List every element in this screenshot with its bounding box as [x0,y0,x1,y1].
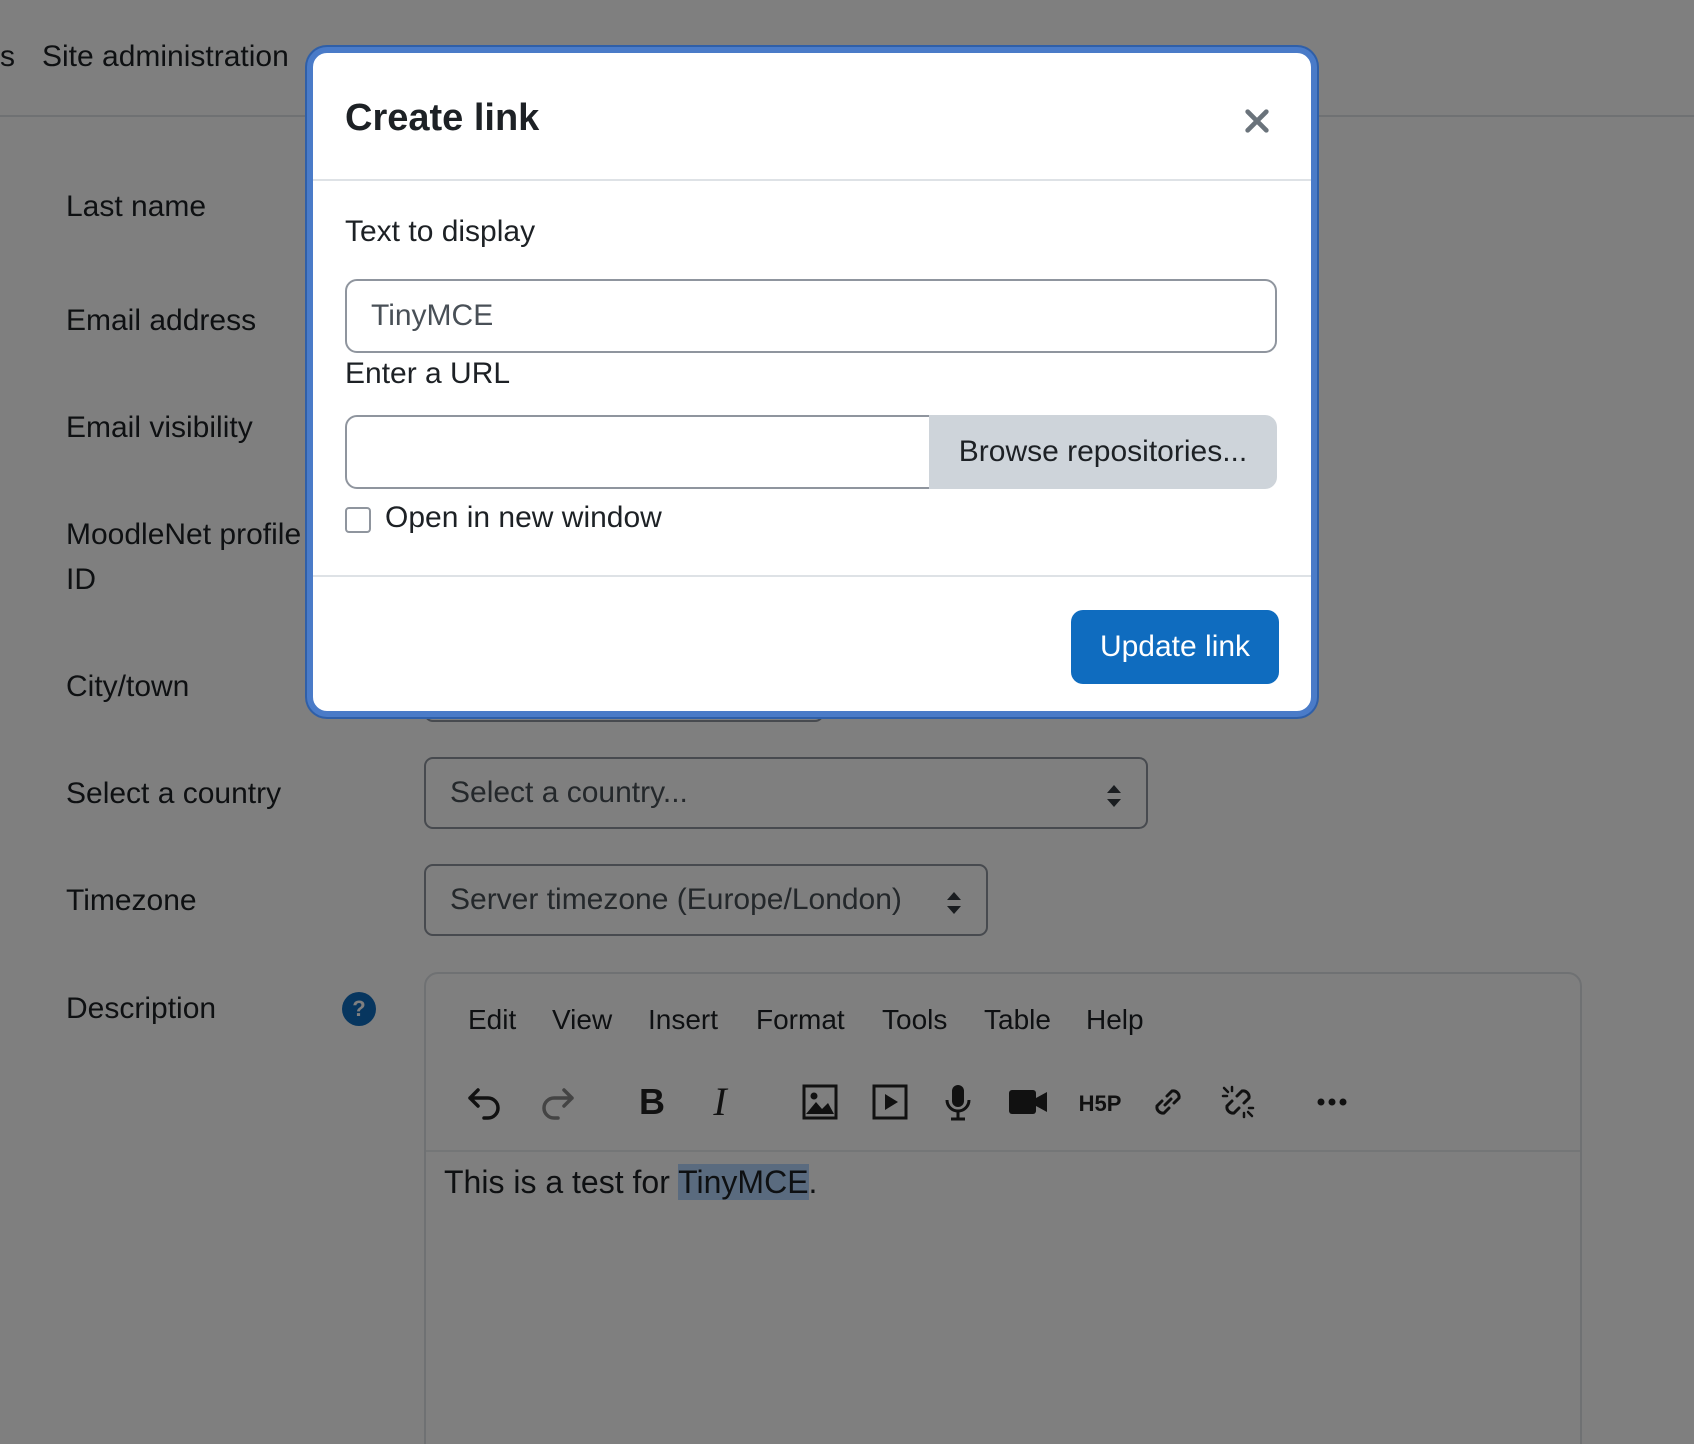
dialog-title: Create link [345,97,540,139]
dialog-body: Text to display TinyMCE Enter a URL Brow… [313,183,1311,577]
open-new-window-checkbox[interactable] [345,507,371,533]
open-new-window-label[interactable]: Open in new window [385,501,662,535]
url-label: Enter a URL [345,357,511,390]
update-link-button[interactable]: Update link [1071,610,1279,684]
text-to-display-label: Text to display [345,215,536,248]
text-to-display-input[interactable]: TinyMCE [345,279,1277,353]
create-link-dialog: Create link Text to display TinyMCE Ente… [307,47,1317,717]
close-icon [1245,109,1269,133]
dialog-header: Create link [313,53,1311,181]
url-input[interactable] [345,415,931,489]
page: s Site administration Last name Email ad… [0,0,1694,1444]
url-input-group: Browse repositories... [345,415,1277,489]
close-button[interactable] [1239,103,1275,139]
browse-repositories-button[interactable]: Browse repositories... [929,415,1277,489]
